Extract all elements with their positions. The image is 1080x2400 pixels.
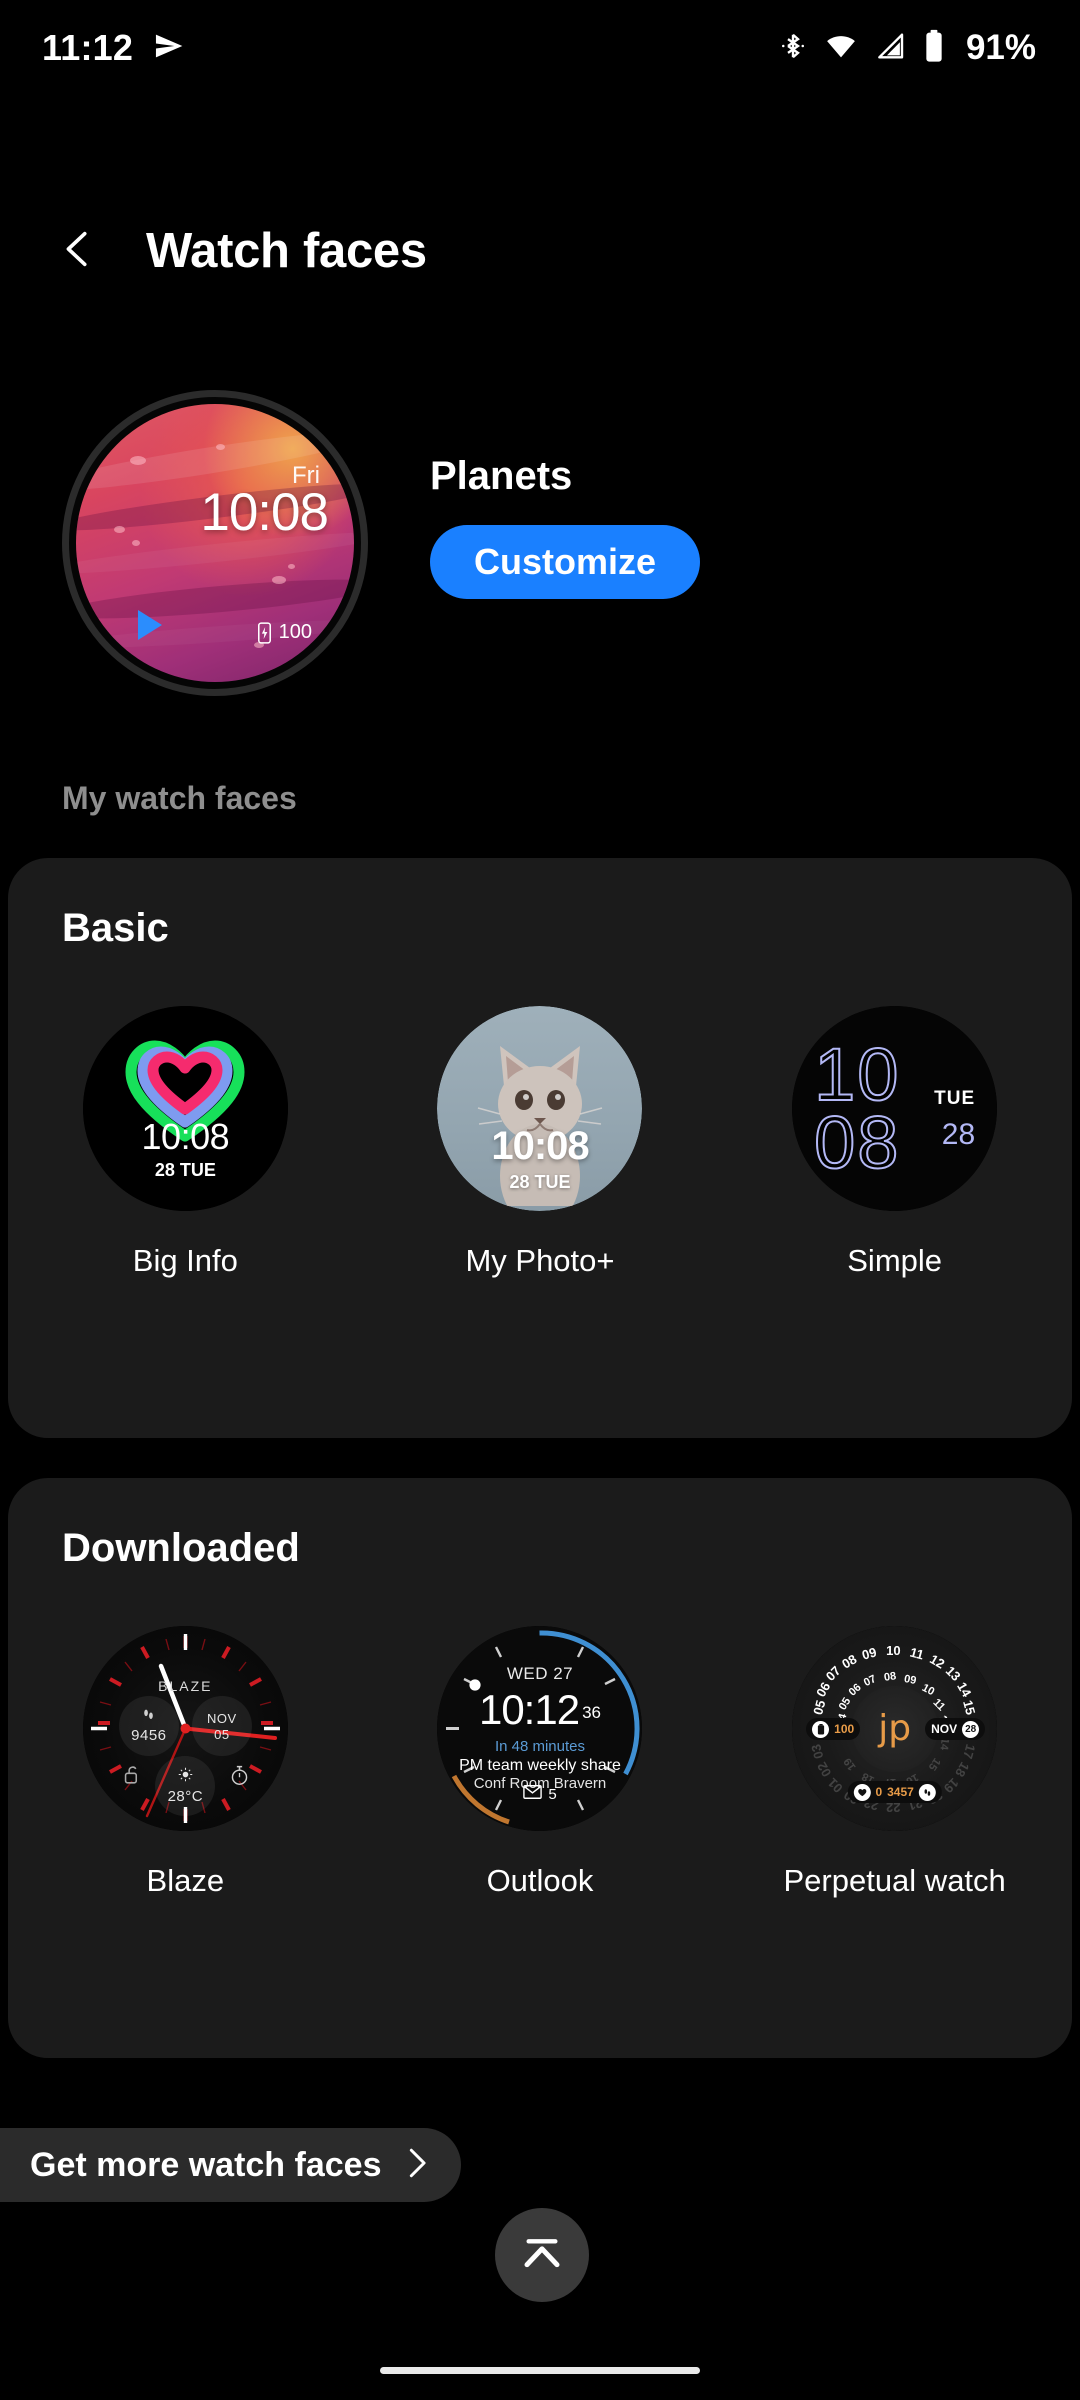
sun-icon bbox=[178, 1767, 193, 1787]
outlook-seconds: 36 bbox=[582, 1702, 601, 1722]
watch-face-item-perpetual-watch[interactable]: 05 06 07 08 09 10 11 12 13 14 15 16 17 1… bbox=[745, 1626, 1045, 1899]
perpetual-logo: jp bbox=[878, 1708, 912, 1749]
current-face-info: Planets Customize bbox=[430, 390, 701, 599]
watch-face-label-perpetual-watch: Perpetual watch bbox=[783, 1863, 1006, 1898]
footsteps-icon bbox=[142, 1708, 155, 1726]
blaze-steps-subdial: 9456 bbox=[118, 1696, 179, 1756]
planets-face-graphic: Fri 10:08 100 bbox=[76, 404, 354, 682]
envelope-icon bbox=[523, 1785, 543, 1803]
outlook-date: WED 27 bbox=[506, 1664, 574, 1683]
blaze-date-subdial: NOV 05 bbox=[191, 1696, 252, 1756]
watch-face-item-big-info[interactable]: 10:08 28 TUE Big Info bbox=[35, 1006, 335, 1279]
watch-face-label-my-photo-plus: My Photo+ bbox=[465, 1243, 615, 1278]
big-info-preview: 10:08 28 TUE bbox=[82, 1006, 288, 1211]
my-photo-plus-date: 28 TUE bbox=[509, 1172, 571, 1192]
blaze-temperature: 28°C bbox=[167, 1788, 204, 1805]
outlook-event-title: PM team weekly share bbox=[459, 1757, 621, 1774]
outlook-time-wrap: 10:12 36 bbox=[437, 1686, 642, 1734]
bluetooth-icon bbox=[778, 30, 808, 67]
big-info-date: 28 TUE bbox=[154, 1160, 216, 1180]
perpetual-battery-value: 100 bbox=[834, 1722, 855, 1736]
chevron-right-icon bbox=[403, 2146, 431, 2185]
outlook-mail-indicator: 5 bbox=[437, 1785, 642, 1803]
signal-icon bbox=[874, 30, 906, 67]
blaze-preview: BLAZE 9456 NOV 05 28°C bbox=[82, 1626, 288, 1831]
page-title: Watch faces bbox=[146, 224, 427, 278]
simple-day: 28 bbox=[941, 1118, 976, 1151]
current-watch-face-row: Fri 10:08 100 Planets Customize bbox=[0, 390, 1080, 696]
simple-weekday: TUE bbox=[934, 1088, 976, 1109]
perpetual-date-pill: NOV 28 bbox=[925, 1718, 986, 1740]
send-icon bbox=[153, 30, 185, 67]
blaze-day: 05 bbox=[214, 1726, 230, 1742]
downloaded-face-grid: BLAZE 9456 NOV 05 28°C Blaze WED 27 10:1… bbox=[8, 1626, 1072, 1899]
perpetual-month: NOV bbox=[931, 1722, 958, 1736]
my-watch-faces-label: My watch faces bbox=[62, 780, 297, 816]
perpetual-day-badge: 28 bbox=[962, 1720, 980, 1738]
simple-preview: 10 08 TUE 28 bbox=[792, 1006, 998, 1211]
section-downloaded: Downloaded BLAZE 9456 NOV 05 28°C Blaze … bbox=[8, 1478, 1072, 2058]
get-more-watch-faces-button[interactable]: Get more watch faces bbox=[0, 2128, 462, 2202]
perpetual-day: 28 bbox=[965, 1723, 977, 1735]
chevron-left-icon bbox=[55, 226, 101, 277]
get-more-watch-faces-label: Get more watch faces bbox=[30, 2145, 382, 2184]
battery-charging-icon bbox=[257, 621, 271, 644]
section-basic-title: Basic bbox=[62, 906, 169, 950]
status-bar-right: 91% bbox=[778, 28, 1036, 68]
play-icon bbox=[138, 610, 162, 640]
watch-face-label-blaze: Blaze bbox=[146, 1863, 225, 1898]
watch-face-label-outlook: Outlook bbox=[486, 1863, 594, 1898]
battery-percent: 91% bbox=[965, 28, 1036, 67]
my-photo-plus-time: 10:08 bbox=[491, 1124, 589, 1168]
basic-face-grid: 10:08 28 TUE Big Info 10:08 28 TUE My Ph… bbox=[8, 1006, 1072, 1279]
status-bar-left: 11:12 bbox=[42, 27, 185, 69]
blaze-month: NOV bbox=[206, 1710, 237, 1726]
battery-icon bbox=[812, 1720, 830, 1738]
perpetual-steps: 3457 bbox=[887, 1785, 914, 1799]
app-header: Watch faces bbox=[0, 192, 1080, 310]
home-indicator bbox=[380, 2367, 700, 2374]
blaze-weather-subdial: 28°C bbox=[155, 1756, 216, 1816]
chevron-up-icon bbox=[517, 2231, 567, 2280]
outlook-mail-count: 5 bbox=[548, 1785, 557, 1803]
scroll-to-top-button[interactable] bbox=[495, 2208, 589, 2302]
watch-face-item-simple[interactable]: 10 08 TUE 28 Simple bbox=[745, 1006, 1045, 1279]
perpetual-battery-pill: 100 bbox=[806, 1718, 861, 1740]
perpetual-heart-rate: 0 bbox=[875, 1785, 883, 1799]
status-bar: 11:12 91% bbox=[0, 0, 1080, 96]
planets-battery-value: 100 bbox=[278, 621, 312, 643]
perpetual-activity-pill: 0 3457 bbox=[847, 1781, 942, 1803]
section-downloaded-title: Downloaded bbox=[62, 1526, 300, 1570]
outlook-countdown: In 48 minutes bbox=[494, 1738, 586, 1755]
watch-face-label-big-info: Big Info bbox=[132, 1243, 238, 1278]
planets-time: 10:08 bbox=[200, 483, 329, 542]
planets-battery: 100 bbox=[257, 621, 312, 644]
outlook-preview: WED 27 10:12 36 In 48 minutes PM team wee… bbox=[437, 1626, 643, 1831]
outlook-time: 10:12 bbox=[478, 1686, 580, 1733]
stopwatch-icon bbox=[229, 1764, 250, 1791]
watch-face-item-outlook[interactable]: WED 27 10:12 36 In 48 minutes PM team wee… bbox=[390, 1626, 690, 1899]
blaze-steps-value: 9456 bbox=[131, 1727, 167, 1744]
watch-face-item-blaze[interactable]: BLAZE 9456 NOV 05 28°C Blaze bbox=[35, 1626, 335, 1899]
current-face-name: Planets bbox=[430, 454, 573, 498]
status-time: 11:12 bbox=[42, 27, 134, 68]
section-basic: Basic 10:08 28 TUE Big Info 10:08 28 TUE… bbox=[8, 858, 1072, 1438]
current-face-preview[interactable]: Fri 10:08 100 bbox=[62, 390, 368, 696]
heart-icon bbox=[853, 1783, 871, 1801]
footsteps-icon bbox=[918, 1783, 936, 1801]
unlock-icon bbox=[123, 1765, 140, 1789]
watch-face-label-simple: Simple bbox=[847, 1243, 943, 1278]
back-button[interactable] bbox=[52, 220, 104, 282]
big-info-time: 10:08 bbox=[141, 1116, 230, 1157]
perpetual-watch-preview: 05 06 07 08 09 10 11 12 13 14 15 16 17 1… bbox=[792, 1626, 998, 1831]
simple-minutes: 08 bbox=[813, 1101, 901, 1184]
wifi-icon bbox=[824, 30, 858, 67]
my-photo-plus-preview: 10:08 28 TUE bbox=[437, 1006, 643, 1211]
blaze-brand: BLAZE bbox=[158, 1678, 213, 1694]
battery-icon bbox=[922, 29, 946, 68]
watch-face-item-my-photo-plus[interactable]: 10:08 28 TUE My Photo+ bbox=[390, 1006, 690, 1279]
customize-button[interactable]: Customize bbox=[430, 525, 701, 599]
